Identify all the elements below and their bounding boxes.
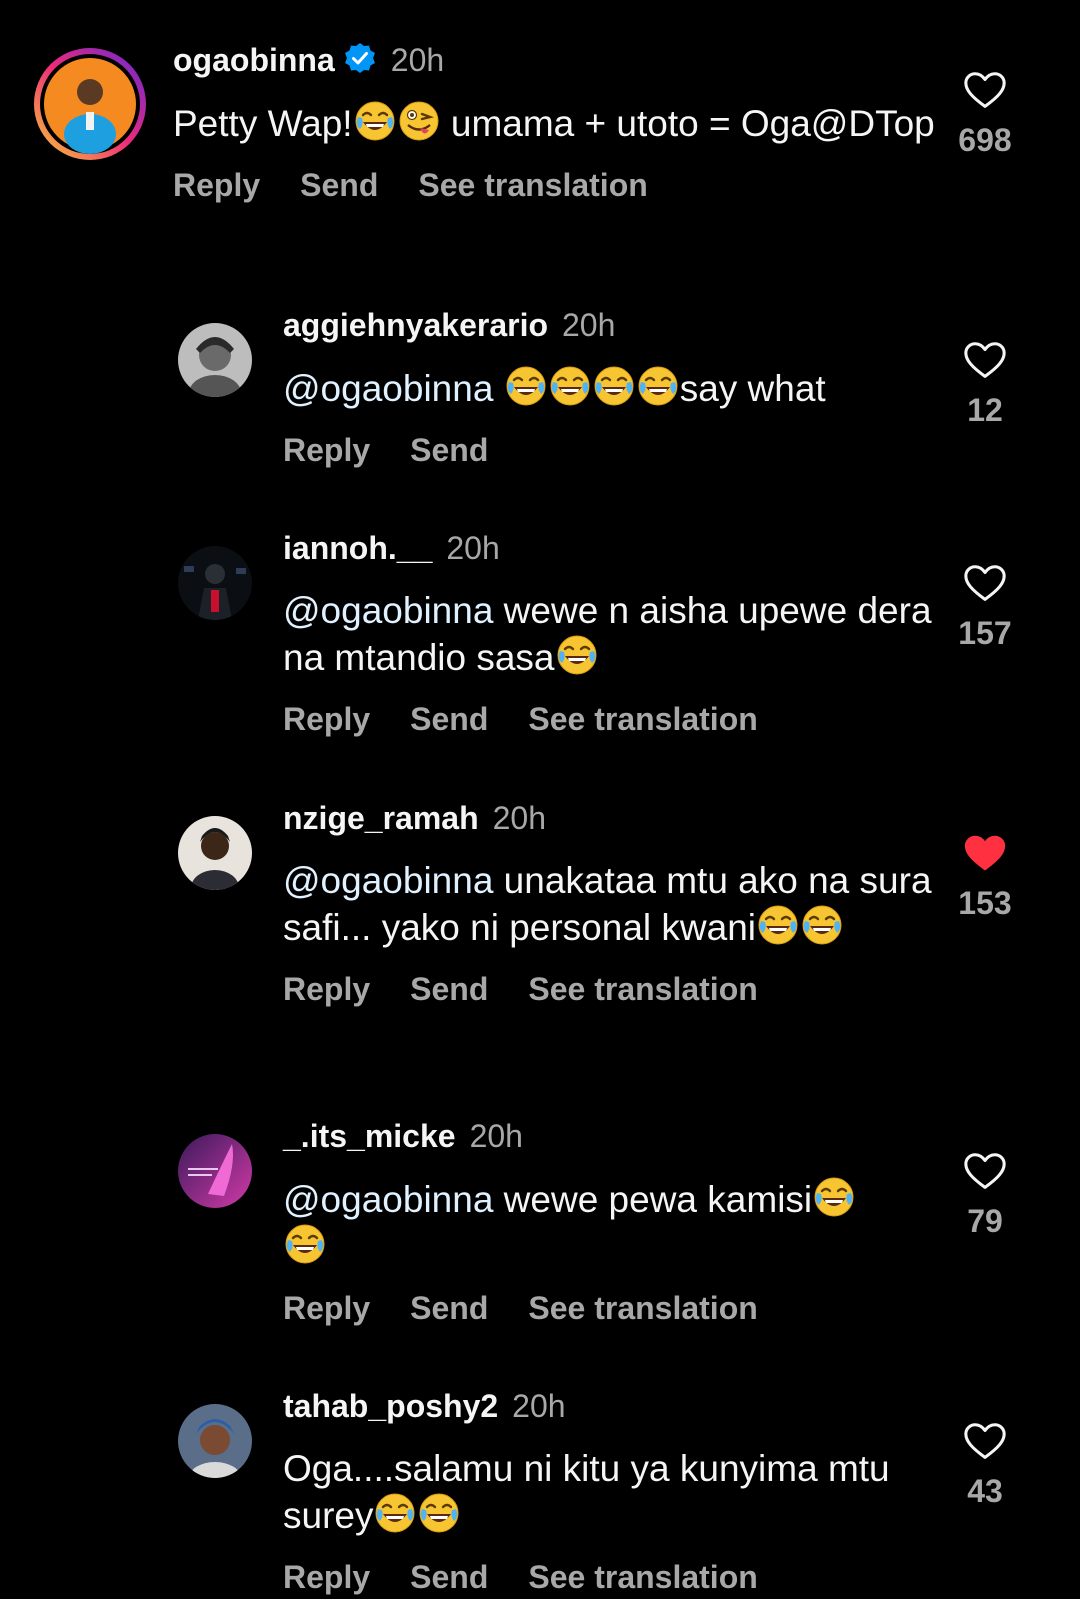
timestamp: 20h — [492, 800, 547, 836]
comment-text: Oga....salamu ni kitu ya kunyima mtu sur… — [283, 1448, 890, 1536]
heart-outline-icon — [962, 68, 1008, 114]
comment-actions: Reply Send See translation — [283, 1557, 940, 1597]
like-button[interactable]: 12 — [940, 338, 1030, 430]
like-button[interactable]: 698 — [940, 68, 1030, 160]
see-translation-button[interactable]: See translation — [528, 701, 757, 737]
like-count: 698 — [958, 122, 1012, 158]
heart-outline-icon — [962, 338, 1008, 384]
joy-emoji-icon — [284, 1223, 326, 1265]
send-button[interactable]: Send — [410, 1559, 488, 1595]
timestamp: 20h — [469, 1118, 523, 1154]
comment-actions: Reply Send — [283, 430, 940, 470]
comment-text: @ogaobinna wewe n aisha upewe dera na mt… — [283, 590, 932, 678]
joy-emoji-icon — [374, 1492, 416, 1534]
like-count: 153 — [958, 885, 1012, 921]
reply-button[interactable]: Reply — [283, 701, 370, 737]
avatar[interactable] — [178, 323, 252, 397]
send-button[interactable]: Send — [410, 1290, 488, 1326]
joy-emoji-icon — [813, 1176, 855, 1218]
like-count: 79 — [967, 1203, 1003, 1239]
timestamp: 20h — [390, 42, 445, 78]
timestamp: 20h — [512, 1388, 566, 1424]
see-translation-button[interactable]: See translation — [528, 1290, 757, 1326]
send-button[interactable]: Send — [300, 167, 378, 203]
joy-emoji-icon — [418, 1492, 460, 1534]
avatar[interactable] — [178, 546, 252, 620]
comment-actions: Reply Send See translation — [283, 699, 940, 739]
username[interactable]: nzige_ramah — [283, 800, 479, 836]
mention-link[interactable]: @ogaobinna — [283, 860, 493, 901]
mention-link[interactable]: @ogaobinna — [283, 590, 493, 631]
comment-text: @ogaobinna unakataa mtu ako na sura safi… — [283, 860, 932, 948]
timestamp: 20h — [562, 307, 616, 343]
comment-actions: Reply Send See translation — [173, 165, 940, 205]
send-button[interactable]: Send — [410, 432, 488, 468]
send-button[interactable]: Send — [410, 971, 488, 1007]
joy-emoji-icon — [757, 904, 799, 946]
joy-emoji-icon — [549, 365, 591, 407]
username[interactable]: tahab_poshy2 — [283, 1388, 498, 1424]
heart-outline-icon — [962, 1419, 1008, 1465]
username[interactable]: aggiehnyakerario — [283, 307, 548, 343]
avatar[interactable] — [178, 1404, 252, 1478]
comment-text: Petty Wap! umama + utoto = Oga@DTop — [173, 100, 940, 147]
timestamp: 20h — [446, 530, 500, 566]
reply-button[interactable]: Reply — [173, 167, 260, 203]
reply-button[interactable]: Reply — [283, 1290, 370, 1326]
joy-emoji-icon — [637, 365, 679, 407]
joy-emoji-icon — [505, 365, 547, 407]
see-translation-button[interactable]: See translation — [528, 971, 757, 1007]
see-translation-button[interactable]: See translation — [528, 1559, 757, 1595]
heart-outline-icon — [962, 1149, 1008, 1195]
verified-badge-icon — [343, 41, 377, 84]
comment-actions: Reply Send See translation — [283, 1288, 940, 1328]
joy-emoji-icon — [593, 365, 635, 407]
like-button[interactable]: 157 — [940, 561, 1030, 653]
reply-button[interactable]: Reply — [283, 971, 370, 1007]
wink-emoji-icon — [398, 100, 440, 142]
reply-button[interactable]: Reply — [283, 1559, 370, 1595]
comment-text: @ogaobinna say what — [283, 365, 940, 412]
joy-emoji-icon — [354, 100, 396, 142]
username[interactable]: iannoh.__ — [283, 530, 432, 566]
joy-emoji-icon — [801, 904, 843, 946]
joy-emoji-icon — [556, 634, 598, 676]
comment-text: @ogaobinna wewe pewa kamisi — [283, 1176, 903, 1270]
avatar[interactable] — [178, 1134, 252, 1208]
username[interactable]: _.its_micke — [283, 1118, 456, 1154]
heart-filled-icon — [962, 831, 1008, 877]
like-button[interactable]: 153 — [940, 831, 1030, 923]
avatar[interactable] — [32, 46, 148, 162]
like-count: 157 — [958, 615, 1012, 651]
heart-outline-icon — [962, 561, 1008, 607]
like-button[interactable]: 79 — [940, 1149, 1030, 1241]
reply-button[interactable]: Reply — [283, 432, 370, 468]
mention-link[interactable]: @ogaobinna — [283, 368, 493, 409]
like-count: 12 — [967, 392, 1003, 428]
avatar[interactable] — [178, 816, 252, 890]
see-translation-button[interactable]: See translation — [418, 167, 647, 203]
comment-actions: Reply Send See translation — [283, 969, 940, 1009]
send-button[interactable]: Send — [410, 701, 488, 737]
like-button[interactable]: 43 — [940, 1419, 1030, 1511]
username[interactable]: ogaobinna — [173, 42, 335, 78]
mention-link[interactable]: @ogaobinna — [283, 1179, 493, 1220]
like-count: 43 — [967, 1473, 1003, 1509]
